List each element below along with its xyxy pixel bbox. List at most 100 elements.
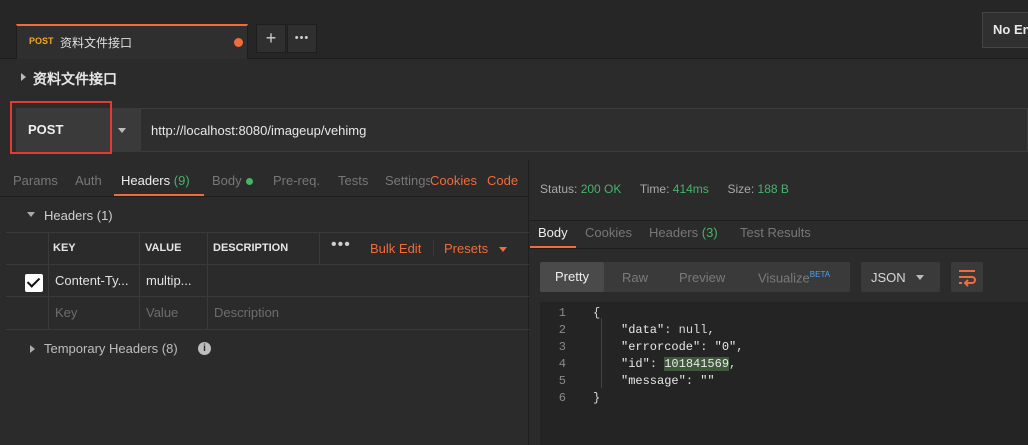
time-value[interactable]: 414ms bbox=[673, 182, 709, 196]
view-mode-toggle: Pretty Raw Preview VisualizeBETA bbox=[540, 262, 850, 292]
json-key: "data" bbox=[621, 323, 665, 337]
view-visualize-button[interactable]: VisualizeBETA bbox=[758, 270, 830, 285]
code-link[interactable]: Code bbox=[487, 173, 518, 188]
caret-right-icon[interactable] bbox=[21, 73, 26, 81]
bulk-edit-button[interactable]: Bulk Edit bbox=[370, 241, 421, 256]
json-brace-open: { bbox=[593, 306, 601, 320]
header-value-cell[interactable]: multip... bbox=[146, 273, 192, 288]
json-key: "errorcode" bbox=[621, 340, 701, 354]
body-indicator-icon bbox=[245, 178, 253, 186]
tab-auth[interactable]: Auth bbox=[75, 173, 102, 188]
format-value: JSON bbox=[871, 270, 906, 285]
url-input[interactable] bbox=[140, 108, 1028, 152]
response-meta: Status: 200 OK Time: 414ms Size: 188 B bbox=[540, 182, 789, 196]
caret-right-icon bbox=[30, 345, 35, 353]
more-tabs-button[interactable]: ••• bbox=[287, 24, 317, 53]
headers-table: KEY VALUE DESCRIPTION ••• Bulk Edit Pres… bbox=[6, 232, 529, 330]
request-tab-method: POST bbox=[29, 36, 54, 46]
divider bbox=[319, 232, 320, 264]
tab-strip: POST 资料文件接口 + ••• No Environment bbox=[0, 0, 1028, 59]
view-preview-button[interactable]: Preview bbox=[679, 270, 725, 285]
divider bbox=[139, 232, 140, 329]
json-value: "" bbox=[700, 374, 715, 388]
divider bbox=[6, 296, 529, 297]
json-value: null bbox=[678, 323, 708, 337]
new-tab-button[interactable]: + bbox=[256, 24, 286, 53]
divider bbox=[207, 232, 208, 329]
chevron-down-icon bbox=[118, 128, 126, 133]
response-tab-cookies[interactable]: Cookies bbox=[585, 225, 632, 240]
line-number: 4 bbox=[558, 357, 566, 371]
divider bbox=[530, 248, 1028, 249]
wrap-lines-button[interactable] bbox=[951, 262, 983, 292]
cookies-link[interactable]: Cookies bbox=[430, 173, 477, 188]
json-key: "message" bbox=[621, 374, 686, 388]
beta-badge: BETA bbox=[809, 270, 831, 279]
size-label: Size: bbox=[727, 182, 755, 196]
response-tab-headers[interactable]: Headers (3) bbox=[649, 225, 718, 240]
tab-headers[interactable]: Headers (9) bbox=[121, 173, 190, 188]
response-tab-body[interactable]: Body bbox=[538, 225, 568, 240]
url-bar: POST bbox=[0, 104, 1028, 154]
request-tab-name: 资料文件接口 bbox=[60, 36, 133, 50]
chevron-down-icon[interactable] bbox=[499, 247, 507, 252]
request-pane: Params Auth Headers (9) Body Pre-req. Te… bbox=[0, 160, 529, 445]
line-number: 3 bbox=[558, 340, 566, 354]
view-raw-button[interactable]: Raw bbox=[622, 270, 648, 285]
new-value-input[interactable]: Value bbox=[146, 305, 178, 320]
size-value[interactable]: 188 B bbox=[758, 182, 789, 196]
response-tab-headers-label: Headers bbox=[649, 225, 699, 240]
tab-body[interactable]: Body bbox=[212, 173, 253, 188]
json-value-highlighted: 101841569 bbox=[664, 357, 730, 371]
headers-section-toggle[interactable]: Headers (1) bbox=[0, 204, 529, 228]
format-select[interactable]: JSON bbox=[861, 262, 940, 292]
temporary-headers-label: Temporary Headers (8) bbox=[44, 341, 178, 356]
tab-headers-label: Headers bbox=[121, 173, 171, 188]
info-icon[interactable]: i bbox=[198, 342, 211, 355]
chevron-down-icon bbox=[916, 275, 924, 280]
divider bbox=[6, 329, 529, 330]
environment-select[interactable]: No Environment bbox=[982, 12, 1028, 48]
json-line-errorcode: "errorcode": "0", bbox=[621, 340, 744, 354]
headers-section-label: Headers (1) bbox=[44, 208, 113, 223]
indent-guide bbox=[601, 318, 602, 388]
column-header-key: KEY bbox=[53, 242, 76, 254]
line-number: 5 bbox=[558, 374, 566, 388]
new-key-input[interactable]: Key bbox=[55, 305, 77, 320]
json-line-id: "id": 101841569, bbox=[621, 357, 737, 371]
tab-params[interactable]: Params bbox=[13, 173, 58, 188]
visualize-label: Visualize bbox=[758, 270, 810, 286]
json-line-message: "message": "" bbox=[621, 374, 715, 388]
new-description-input[interactable]: Description bbox=[214, 305, 279, 320]
status-value[interactable]: 200 OK bbox=[581, 182, 622, 196]
tab-body-label: Body bbox=[212, 173, 242, 188]
tab-headers-count: (9) bbox=[173, 173, 190, 188]
header-key-cell[interactable]: Content-Ty... bbox=[55, 273, 128, 288]
json-value: "0" bbox=[714, 340, 737, 354]
tab-tests[interactable]: Tests bbox=[338, 173, 368, 188]
view-pretty-button[interactable]: Pretty bbox=[540, 262, 604, 292]
request-title[interactable]: 资料文件接口 bbox=[33, 69, 117, 89]
temporary-headers-toggle[interactable]: Temporary Headers (8) i bbox=[0, 338, 529, 362]
tab-prereq[interactable]: Pre-req. bbox=[273, 173, 320, 188]
header-enabled-checkbox[interactable] bbox=[25, 274, 43, 292]
method-highlight-box bbox=[10, 101, 112, 154]
response-body-code[interactable]: 1 2 3 4 5 6 { "data": null, "errorcode":… bbox=[540, 302, 1028, 445]
tab-settings[interactable]: Settings bbox=[385, 173, 430, 188]
line-number: 6 bbox=[558, 391, 566, 405]
divider bbox=[530, 220, 1028, 221]
divider bbox=[433, 240, 434, 256]
more-options-icon[interactable]: ••• bbox=[331, 236, 351, 254]
unsaved-dot-icon bbox=[234, 38, 243, 47]
request-tab[interactable]: POST 资料文件接口 bbox=[16, 24, 248, 59]
request-title-row: 资料文件接口 bbox=[0, 60, 1028, 98]
presets-button[interactable]: Presets bbox=[444, 241, 488, 256]
divider bbox=[0, 196, 529, 197]
status-label: Status: bbox=[540, 182, 578, 196]
divider bbox=[6, 264, 529, 265]
time-label: Time: bbox=[639, 182, 670, 196]
wrap-lines-icon bbox=[959, 270, 976, 287]
column-header-value: VALUE bbox=[145, 242, 182, 254]
caret-down-icon bbox=[27, 212, 35, 217]
response-tab-test-results[interactable]: Test Results bbox=[740, 225, 811, 240]
